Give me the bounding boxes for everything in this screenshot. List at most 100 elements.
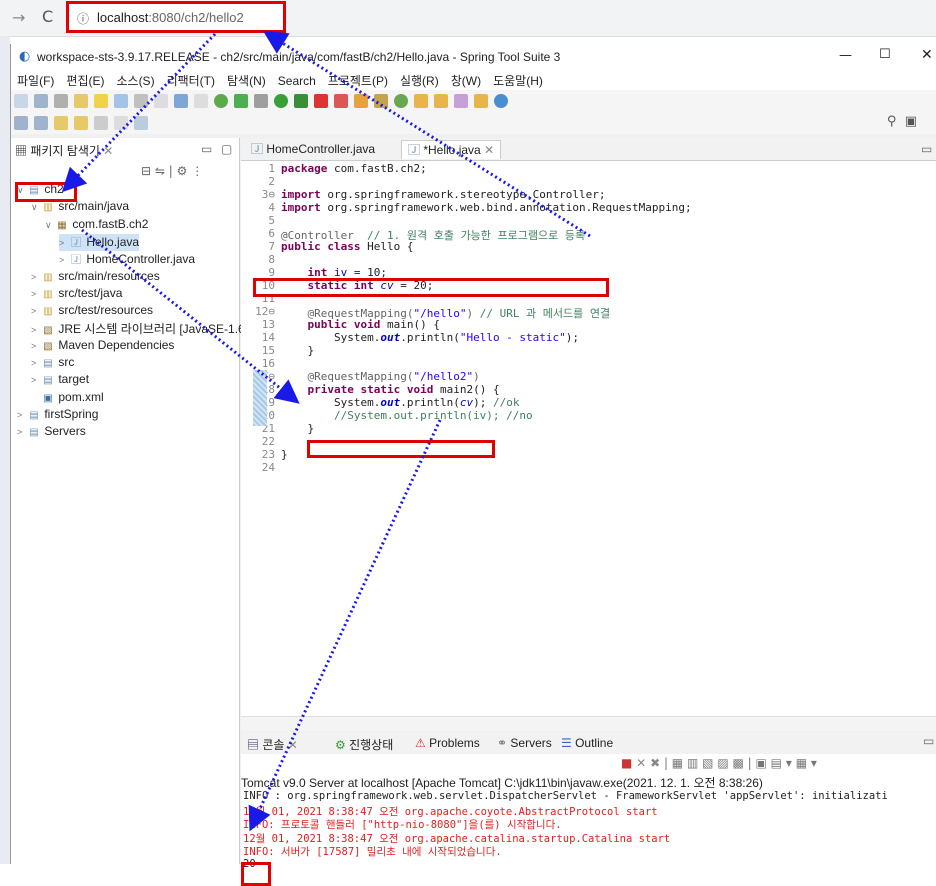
terminate-icon[interactable]: ■: [621, 756, 632, 770]
tree-item[interactable]: > ▤ target: [31, 372, 89, 389]
minimize-view-icon[interactable]: ▭: [201, 142, 212, 156]
open-perspective-icon[interactable]: ▣: [905, 114, 917, 129]
new-icon[interactable]: [14, 94, 28, 108]
expand-right-icon[interactable]: >: [31, 306, 41, 316]
pin-console-icon[interactable]: ▣: [756, 756, 767, 770]
tree-item[interactable]: > ▤ firstSpring: [17, 407, 98, 424]
new-class-icon[interactable]: [394, 94, 408, 108]
debug-icon[interactable]: [254, 94, 268, 108]
collapse-all-icon[interactable]: ⊟: [141, 164, 151, 178]
terminal-icon[interactable]: [174, 94, 188, 108]
tree-item[interactable]: > 🄹 Hello.java: [59, 233, 140, 251]
globe-icon[interactable]: [494, 94, 508, 108]
forward-arrow-icon[interactable]: [114, 116, 128, 130]
close-tab-icon[interactable]: ✕: [484, 143, 494, 157]
tree-item[interactable]: ▣ pom.xml: [31, 390, 103, 407]
tab-progress[interactable]: ⚙ 진행상태: [335, 736, 393, 753]
minimize-view-icon[interactable]: ▭: [921, 142, 932, 156]
tree-item[interactable]: > ▥ src/test/java: [31, 286, 122, 303]
menu-help[interactable]: 도움말(H): [487, 70, 549, 89]
package-explorer-title[interactable]: ▦ 패키지 탐색기 ✕: [15, 142, 113, 159]
tab-console[interactable]: ▤ 콘솔 ✕: [247, 736, 298, 753]
new-window-icon[interactable]: [134, 116, 148, 130]
menu-edit[interactable]: 편집(E): [60, 70, 110, 89]
tab-hello[interactable]: 🄹 *Hello.java ✕: [401, 140, 502, 159]
menu-refactor[interactable]: 리팩터(T): [161, 70, 221, 89]
next-annotation-icon[interactable]: [14, 116, 28, 130]
filter-icon[interactable]: ⚙: [177, 164, 188, 178]
search-icon[interactable]: [194, 94, 208, 108]
tree-item[interactable]: > 🄹 HomeController.java: [59, 251, 195, 268]
show-stderr-icon[interactable]: ▩: [732, 756, 743, 770]
forward-arrow-icon[interactable]: →: [12, 8, 25, 27]
maximize-button[interactable]: ☐: [879, 47, 891, 62]
close-tab-icon[interactable]: ✕: [288, 738, 298, 752]
coverage-icon[interactable]: [294, 94, 308, 108]
expand-right-icon[interactable]: >: [59, 255, 69, 265]
expand-right-icon[interactable]: >: [17, 410, 27, 420]
refresh-server-icon[interactable]: [234, 94, 248, 108]
last-edit-icon[interactable]: [54, 116, 68, 130]
site-info-icon[interactable]: ⓘ: [77, 10, 89, 27]
save-icon[interactable]: [34, 94, 48, 108]
expand-down-icon[interactable]: ∨: [45, 220, 55, 231]
page-icon[interactable]: [134, 94, 148, 108]
remove-launch-icon[interactable]: ✕: [636, 756, 646, 770]
show-stdout-icon[interactable]: ▨: [717, 756, 728, 770]
back-arrow-icon[interactable]: [94, 116, 108, 130]
expand-right-icon[interactable]: >: [17, 427, 27, 437]
tree-item[interactable]: > ▧ JRE 시스템 라이브러리 [JavaSE-1.6: [31, 320, 245, 337]
tree-item[interactable]: > ▤ src: [31, 355, 74, 372]
view-menu-icon[interactable]: ⋮: [191, 164, 203, 178]
expand-right-icon[interactable]: >: [31, 272, 41, 282]
prev-annotation-icon[interactable]: [34, 116, 48, 130]
expand-down-icon[interactable]: ∨: [31, 202, 41, 213]
search-icon[interactable]: ⚲: [887, 114, 897, 129]
expand-right-icon[interactable]: >: [59, 238, 69, 248]
close-button[interactable]: ✕: [921, 47, 933, 63]
horizontal-scrollbar[interactable]: [241, 716, 936, 731]
clear-console-icon[interactable]: ▦: [672, 756, 683, 770]
expand-right-icon[interactable]: >: [31, 289, 41, 299]
reload-icon[interactable]: C: [42, 7, 53, 26]
open-type-icon[interactable]: [414, 94, 428, 108]
toggle-icon[interactable]: [74, 94, 88, 108]
tree-item[interactable]: > ▥ src/test/resources: [31, 303, 153, 320]
minimize-button[interactable]: —: [839, 48, 852, 63]
expand-right-icon[interactable]: >: [31, 325, 41, 335]
tab-servers[interactable]: ⚭ Servers: [497, 736, 552, 750]
tree-item[interactable]: ∨ ▦ com.fastB.ch2: [45, 217, 148, 234]
folder-icon[interactable]: [474, 94, 488, 108]
menu-navigate[interactable]: 탐색(N): [221, 70, 272, 89]
expand-right-icon[interactable]: >: [31, 341, 41, 351]
menu-source[interactable]: 소스(S): [110, 70, 160, 89]
tree-item[interactable]: > ▧ Maven Dependencies: [31, 338, 174, 355]
minimize-view-icon[interactable]: ▭: [923, 734, 934, 748]
debug-server-icon[interactable]: [214, 94, 228, 108]
external-tools-icon[interactable]: [334, 94, 348, 108]
run-icon[interactable]: [274, 94, 288, 108]
remove-all-icon[interactable]: ✖: [650, 756, 660, 770]
new-java-project-icon[interactable]: [354, 94, 368, 108]
mark-icon[interactable]: [94, 94, 108, 108]
pen-icon[interactable]: [454, 94, 468, 108]
menu-file[interactable]: 파일(F): [11, 70, 60, 89]
tab-problems[interactable]: ⚠ Problems: [415, 736, 480, 750]
tab-outline[interactable]: ☰ Outline: [561, 736, 613, 750]
stop-icon[interactable]: [314, 94, 328, 108]
open-task-icon[interactable]: [434, 94, 448, 108]
expand-right-icon[interactable]: >: [31, 375, 41, 385]
link-editor-icon[interactable]: ⇋: [155, 164, 165, 178]
display-console-icon[interactable]: ▤ ▾: [771, 756, 792, 770]
tree-item[interactable]: > ▤ Servers: [17, 424, 86, 441]
tab-homecontroller[interactable]: 🄹 HomeController.java: [245, 140, 381, 158]
menu-run[interactable]: 실행(R): [394, 70, 445, 89]
new-package-icon[interactable]: [374, 94, 388, 108]
menu-window[interactable]: 창(W): [445, 70, 487, 89]
show-whitespace-icon[interactable]: [154, 94, 168, 108]
build-icon[interactable]: [114, 94, 128, 108]
pin-icon[interactable]: [74, 116, 88, 130]
tree-item[interactable]: > ▥ src/main/resources: [31, 269, 160, 286]
maximize-view-icon[interactable]: ▢: [221, 142, 232, 156]
address-bar[interactable]: ⓘ localhost:8080/ch2/hello2: [66, 1, 286, 33]
